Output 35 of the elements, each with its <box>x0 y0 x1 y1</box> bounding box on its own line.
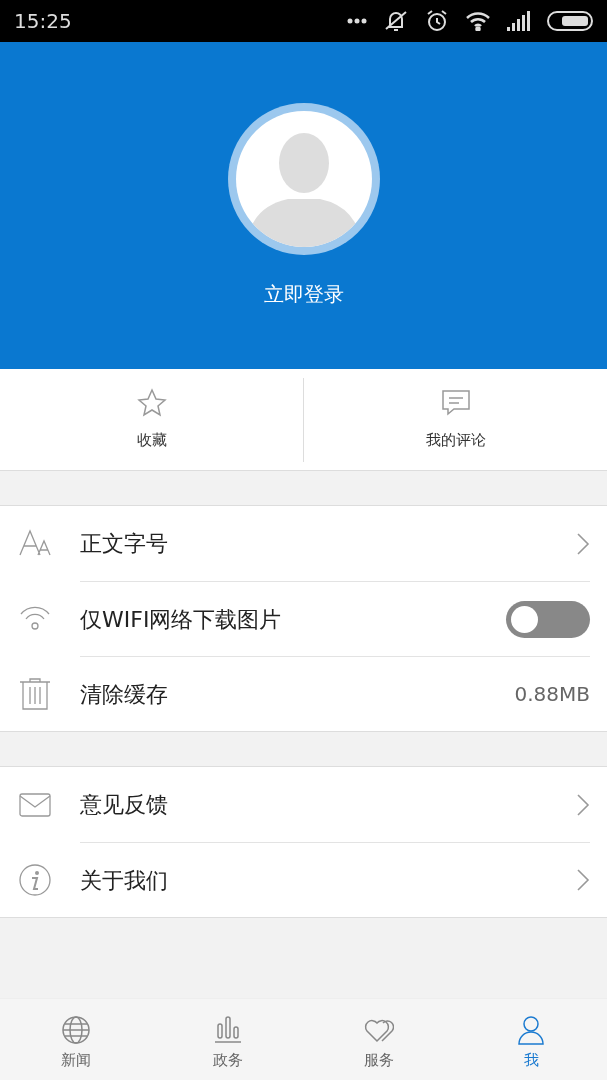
nav-tab[interactable]: 新闻 <box>0 999 152 1080</box>
settings-row[interactable]: 意见反馈 <box>0 767 607 842</box>
battery-icon <box>547 11 593 31</box>
wifi-icon <box>465 11 491 31</box>
quick-action[interactable]: 我的评论 <box>304 369 607 470</box>
settings-label: 关于我们 <box>80 866 168 895</box>
quick-action[interactable]: 收藏 <box>0 369 303 470</box>
more-icon <box>347 18 367 24</box>
login-link[interactable]: 立即登录 <box>263 278 344 309</box>
settings-label: 正文字号 <box>80 530 168 558</box>
toggle-switch[interactable] <box>506 600 590 638</box>
settings-row[interactable]: 关于我们 <box>0 842 607 917</box>
settings-row[interactable]: 清除缓存 0.88MB <box>0 656 607 731</box>
info-icon <box>18 862 52 897</box>
bell-muted-icon <box>383 9 409 33</box>
nav-tab[interactable]: 我 <box>455 999 607 1080</box>
cache-size: 0.88MB <box>514 681 590 708</box>
signal-icon <box>507 11 531 31</box>
person-icon <box>516 1015 547 1045</box>
settings-label: 仅WIFI网络下载图片 <box>80 605 282 634</box>
alarm-icon <box>425 9 449 33</box>
status-time: 15:25 <box>14 8 72 35</box>
settings-label: 意见反馈 <box>80 791 168 819</box>
settings-row[interactable]: 仅WIFI网络下载图片 <box>0 581 607 656</box>
globe-icon <box>60 1015 91 1045</box>
settings-label: 清除缓存 <box>80 680 168 709</box>
trash-icon <box>18 676 52 711</box>
nav-tab[interactable]: 服务 <box>303 999 456 1080</box>
bar-chart-icon <box>212 1015 243 1045</box>
chevron-icon <box>576 531 590 556</box>
avatar-icon <box>235 110 372 247</box>
nav-tab[interactable]: 政务 <box>151 999 304 1080</box>
chevron-icon <box>576 792 590 817</box>
chevron-icon <box>576 868 590 892</box>
settings-row[interactable]: 正文字号 <box>0 506 607 581</box>
